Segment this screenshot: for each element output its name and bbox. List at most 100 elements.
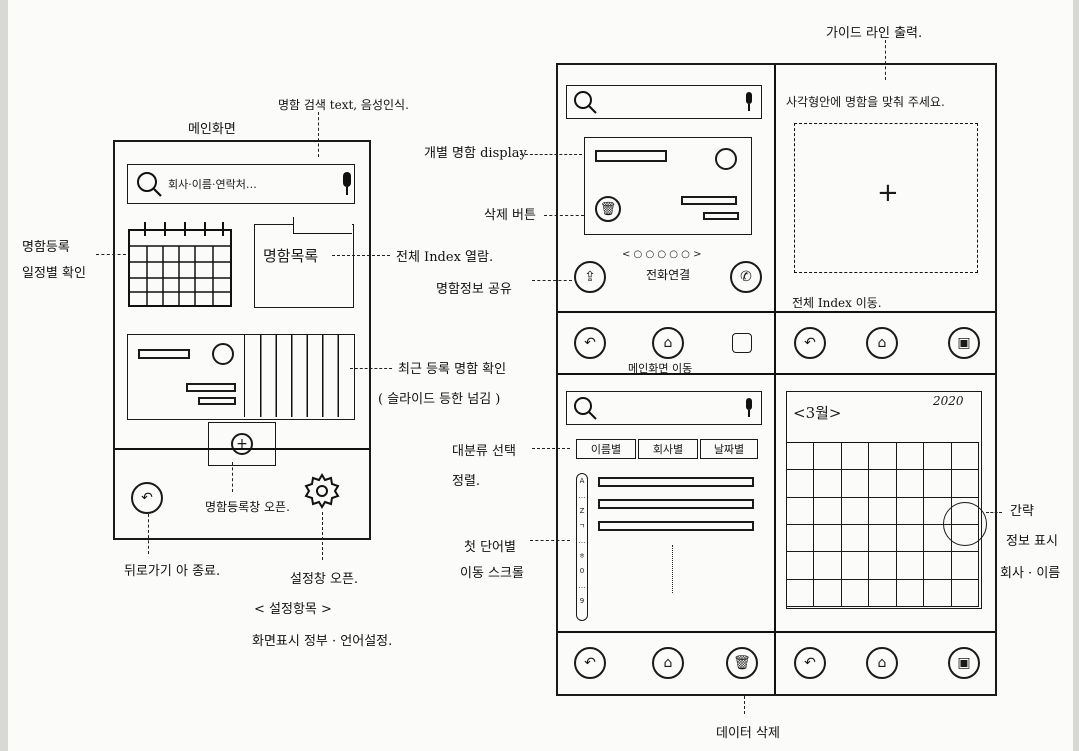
home-icon: ⌂ — [877, 335, 887, 351]
recent-namecards-slider[interactable] — [127, 334, 355, 420]
calendar-day[interactable] — [787, 525, 815, 553]
calendar-day[interactable] — [896, 579, 925, 607]
calendar-day[interactable] — [787, 443, 815, 471]
index-letter[interactable]: 0 — [580, 564, 584, 579]
calendar-highlight-circle — [943, 502, 987, 546]
detail-annotation: 개별 명함 display — [424, 146, 527, 161]
index-scrollbar[interactable]: A … Z ㄱ … ㅎ 0 … 9 — [576, 473, 588, 621]
calendar-day[interactable] — [924, 443, 952, 471]
calendar-day[interactable] — [896, 443, 925, 471]
settings-gear-icon[interactable] — [303, 472, 341, 510]
detail-search-bar[interactable] — [566, 85, 762, 119]
call-annotation: 전화연결 — [646, 268, 691, 282]
calendar-day[interactable] — [787, 579, 815, 607]
calendar-day[interactable] — [841, 579, 870, 607]
calendar-day[interactable] — [924, 579, 952, 607]
pager-dots[interactable]: < ○ ○ ○ ○ ○ > — [622, 249, 701, 260]
back-button[interactable]: ↶ — [574, 647, 606, 679]
microphone-icon[interactable] — [743, 397, 755, 419]
namecard-detail-card[interactable]: 🗑 — [584, 137, 752, 235]
search-icon[interactable] — [134, 169, 164, 199]
calendar-day[interactable] — [841, 470, 870, 498]
calendar-day[interactable] — [814, 497, 842, 525]
calendar-day[interactable] — [869, 497, 897, 525]
calendar-day[interactable] — [814, 470, 842, 498]
calendar-day[interactable] — [896, 497, 925, 525]
settings-annotation-arrow — [322, 512, 323, 560]
search-bar[interactable]: 회사·이름·연락처… — [127, 164, 355, 204]
index-letter[interactable]: Z — [580, 504, 585, 519]
index-letter[interactable]: ㄱ — [579, 519, 585, 534]
calendar-day[interactable] — [841, 525, 870, 553]
trash-icon: 🗑 — [733, 655, 751, 671]
back-button[interactable]: ↶ — [131, 482, 163, 514]
microphone-icon[interactable] — [743, 91, 755, 113]
calendar-day[interactable] — [896, 552, 925, 580]
recent-namecard[interactable] — [128, 335, 245, 417]
trash-icon[interactable]: 🗑 — [595, 196, 621, 222]
sort-tab-company[interactable]: 회사별 — [638, 439, 698, 459]
plus-icon: + — [231, 433, 253, 455]
index-button[interactable]: ▣ — [948, 647, 980, 679]
share-button[interactable]: ⇪ — [574, 261, 606, 293]
calendar-day[interactable] — [841, 443, 870, 471]
delete-data-button[interactable]: 🗑 — [726, 647, 758, 679]
home-button[interactable]: ⌂ — [866, 647, 898, 679]
add-namecard-button[interactable]: + — [208, 422, 276, 466]
recent-annotation-1: 최근 등록 명함 확인 — [398, 362, 507, 377]
sort-tab-name[interactable]: 이름별 — [576, 439, 636, 459]
home-button[interactable]: ⌂ — [652, 327, 684, 359]
capture-plus-icon[interactable]: + — [877, 178, 899, 208]
call-button[interactable]: ✆ — [730, 261, 762, 293]
calendar-day[interactable] — [951, 552, 979, 580]
calendar-widget[interactable] — [127, 220, 235, 310]
calendar-day[interactable] — [841, 497, 870, 525]
search-input[interactable]: 회사·이름·연락처… — [168, 176, 257, 192]
back-button[interactable]: ↶ — [794, 647, 826, 679]
calendar-day[interactable] — [814, 552, 842, 580]
index-letter[interactable]: A — [580, 474, 585, 489]
calendar-day[interactable] — [951, 470, 979, 498]
back-button[interactable]: ↶ — [794, 327, 826, 359]
calendar-day[interactable] — [814, 579, 842, 607]
calendar-day[interactable] — [787, 470, 815, 498]
calendar-day[interactable] — [951, 443, 979, 471]
index-button[interactable] — [732, 333, 752, 353]
index-letter: … — [578, 492, 586, 500]
calendar-detail-annotation-1: 간략 — [1010, 504, 1034, 519]
list-item[interactable] — [598, 499, 754, 509]
list-annotation: 전체 Index 열람. — [396, 250, 494, 265]
calendar-day[interactable] — [896, 470, 925, 498]
calendar-day[interactable] — [787, 497, 815, 525]
namecard-list-button[interactable]: 명함목록 — [254, 217, 354, 308]
search-icon[interactable] — [571, 394, 599, 422]
calendar-day[interactable] — [896, 525, 925, 553]
calendar-day[interactable] — [869, 552, 897, 580]
calendar-day[interactable] — [869, 579, 897, 607]
list-item[interactable] — [598, 521, 754, 531]
calendar-day[interactable] — [814, 443, 842, 471]
calendar-day[interactable] — [814, 525, 842, 553]
back-button[interactable]: ↶ — [574, 327, 606, 359]
calendar-day[interactable] — [951, 579, 979, 607]
calendar-day[interactable] — [869, 470, 897, 498]
sort-tab-date[interactable]: 날짜별 — [700, 439, 758, 459]
calendar-day[interactable] — [924, 552, 952, 580]
calendar-day[interactable] — [841, 552, 870, 580]
index-letter[interactable]: ㅎ — [579, 549, 585, 564]
calendar-day[interactable] — [869, 525, 897, 553]
back-arrow-icon: ↶ — [584, 655, 596, 671]
calendar-day[interactable] — [869, 443, 897, 471]
list-item[interactable] — [598, 477, 754, 487]
calendar-day[interactable] — [924, 470, 952, 498]
index-button[interactable]: ▣ — [948, 327, 980, 359]
index-search-bar[interactable] — [566, 391, 762, 425]
add-annotation: 명함등록창 오픈. — [205, 500, 290, 514]
home-button[interactable]: ⌂ — [652, 647, 684, 679]
index-letter[interactable]: 9 — [580, 594, 584, 609]
microphone-icon[interactable] — [340, 171, 354, 197]
search-icon[interactable] — [571, 88, 599, 116]
calendar-month[interactable]: <3월> — [793, 402, 841, 423]
calendar-day[interactable] — [787, 552, 815, 580]
home-button[interactable]: ⌂ — [866, 327, 898, 359]
